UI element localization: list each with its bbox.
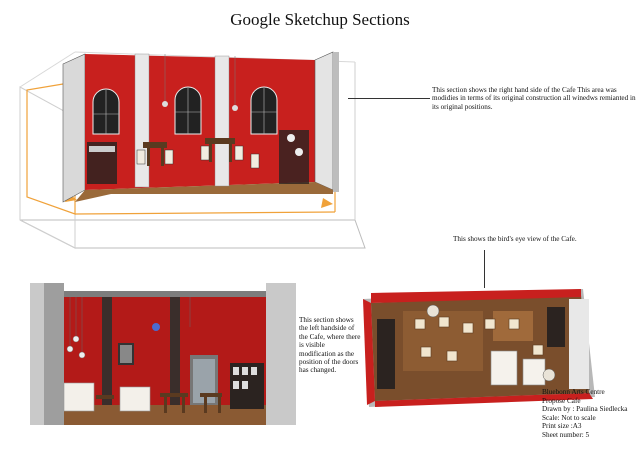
left-section-note: This section shows the left handside of … <box>299 316 361 375</box>
page-title: Google Sketchup Sections <box>230 10 410 29</box>
right-section-render <box>19 51 366 249</box>
right-section-note: This section shows the right hand side o… <box>432 86 636 111</box>
birds-eye-note: This shows the bird's eye view of the Ca… <box>453 235 577 243</box>
title-block-line: Propose Cafe <box>542 396 581 405</box>
leader-line <box>484 250 485 288</box>
title-block-line: Sheet number: 5 <box>542 430 590 439</box>
title-block: Bluebonn Arts Centre Propose Cafe Drawn … <box>542 388 640 440</box>
title-block-line: Scale: Not to scale <box>542 413 596 422</box>
title-block-line: Print size :A3 <box>542 422 582 431</box>
left-section-render <box>30 283 296 425</box>
title-block-line: Bluebonn Arts Centre <box>542 388 605 396</box>
title-block-line: Drawn by : Paulina Siedlecka <box>542 405 628 414</box>
leader-line <box>348 98 430 99</box>
